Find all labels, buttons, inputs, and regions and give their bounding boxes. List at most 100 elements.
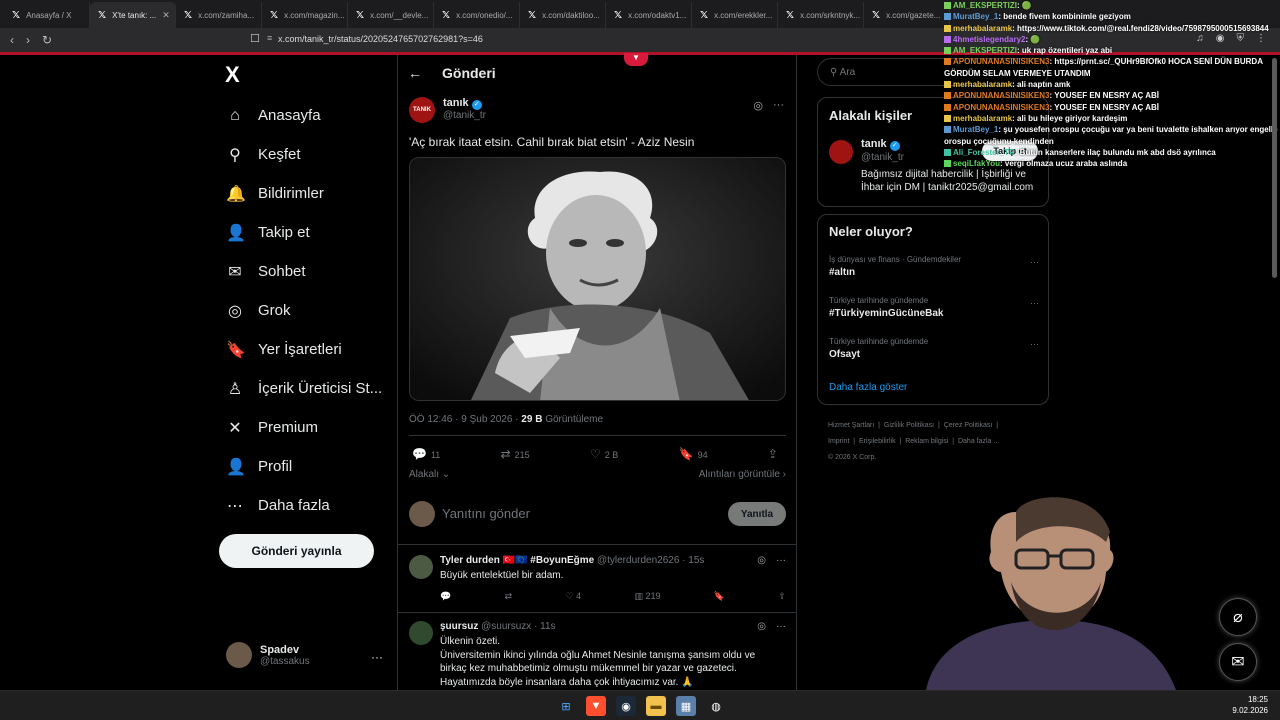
footer-link[interactable]: Gizlilik Politikası <box>884 422 934 429</box>
brave-browser-icon[interactable]: ▼ <box>586 696 606 716</box>
repost-action[interactable]: ⇄ 215 <box>501 447 530 461</box>
file-explorer-icon[interactable]: ▬ <box>646 696 666 716</box>
bookmark-icon[interactable]: 🔖 <box>714 591 725 602</box>
browser-tab[interactable]: 𝕏x.com/erekkler... <box>692 2 778 28</box>
more-icon[interactable]: ··· <box>1030 257 1039 267</box>
verified-icon: ✓ <box>471 100 482 110</box>
system-clock[interactable]: 18:25 9.02.2026 <box>1232 694 1268 716</box>
sidebar-item-profile[interactable]: 👤 Profil <box>226 447 382 486</box>
trend-item[interactable]: İş dünyası ve finans · Gündemdekiler #al… <box>829 255 1039 278</box>
browser-tab[interactable]: 𝕏x.com/zamiha... <box>176 2 262 28</box>
back-icon[interactable]: ‹ <box>10 33 14 47</box>
post-button[interactable]: Gönderi yayınla <box>219 534 374 568</box>
reply-button[interactable]: Yanıtla <box>728 502 786 526</box>
browser-tab[interactable]: 𝕏x.com/odaktv1... <box>606 2 692 28</box>
app-icon[interactable]: ▦ <box>676 696 696 716</box>
browser-tab[interactable]: 𝕏x.com/onedio/... <box>434 2 520 28</box>
author-handle: @tanik_tr <box>443 110 486 121</box>
share-icon[interactable]: ⇪ <box>778 591 786 602</box>
browser-tab[interactable]: 𝕏x.com/srkntnyk... <box>778 2 864 28</box>
reply-input[interactable]: Yanıtını gönder <box>442 506 530 521</box>
related-name[interactable]: tanık ✓ <box>861 138 900 151</box>
footer-link[interactable]: Imprint <box>828 438 849 445</box>
more-icon[interactable]: ··· <box>1030 339 1039 349</box>
footer-link[interactable]: Hizmet Şartları <box>828 422 874 429</box>
reply-item[interactable]: Tyler durden 🇹🇷🇪🇺 #BoyunEğme @tylerdurde… <box>409 555 786 607</box>
sidebar-item-premium[interactable]: ✕ Premium <box>226 408 382 447</box>
person-add-icon: 👤 <box>226 224 246 242</box>
browser-tab[interactable]: 𝕏x.com/__devle... <box>348 2 434 28</box>
footer-link[interactable]: Erişilebilirlik <box>859 438 896 445</box>
share-action[interactable]: ⇪ <box>768 447 782 461</box>
sidebar-item-grok[interactable]: ◎ Grok <box>226 291 382 330</box>
chat-message: APONUNANASINISIKEN3: YOUSEF EN NESRY AÇ … <box>944 90 1280 101</box>
grok-icon[interactable]: ◎ <box>757 555 766 566</box>
chat-message: merhabalaramk: https://www.tiktok.com/@r… <box>944 23 1280 34</box>
forward-icon[interactable]: › <box>26 33 30 47</box>
post-author[interactable]: TANIK tanık ✓ @tanik_tr <box>409 97 486 123</box>
sidebar-item-notifications[interactable]: 🔔 Bildirimler <box>226 174 382 213</box>
grok-icon[interactable]: ◎ <box>757 621 766 632</box>
trend-item[interactable]: Türkiye tarihinde gündemde #TürkiyeminGü… <box>829 296 1039 319</box>
bookmark-page-icon[interactable]: ☐ <box>250 32 260 45</box>
obs-icon[interactable]: ◍ <box>706 696 726 716</box>
more-icon[interactable]: ··· <box>371 650 383 664</box>
sidebar-item-follow[interactable]: 👤 Takip et <box>226 213 382 252</box>
divider <box>398 612 796 613</box>
messages-fab-icon[interactable]: ✉ <box>1219 643 1257 681</box>
subscriber-badge-icon <box>944 126 951 134</box>
browser-tab[interactable]: 𝕏x.com/daktiloo... <box>520 2 606 28</box>
like-action[interactable]: ♡ 4 <box>565 591 581 602</box>
sidebar-item-chat[interactable]: ✉ Sohbet <box>226 252 382 291</box>
site-info-icon[interactable]: ≡ <box>267 33 272 43</box>
sidebar-item-explore[interactable]: ⚲ Keşfet <box>226 135 382 174</box>
url-field[interactable]: x.com/tanik_tr/status/202052476570276298… <box>278 34 483 44</box>
views-action[interactable]: ▥ 219 <box>634 591 660 602</box>
reply-icon[interactable]: 💬 <box>440 591 451 602</box>
more-icon[interactable]: ··· <box>776 555 786 566</box>
x-logo-icon[interactable]: X <box>225 62 240 88</box>
browser-tab[interactable]: 𝕏x.com/magazin... <box>262 2 348 28</box>
sidebar-item-creator-studio[interactable]: ♙ İçerik Üreticisi St... <box>226 369 382 408</box>
card-title: Alakalı kişiler <box>829 108 913 123</box>
reply-item[interactable]: şuursuz @suursuzx · 11s ◎ ··· Ülkenin öze… <box>409 621 786 691</box>
sort-dropdown[interactable]: Alakalı ⌄ <box>409 469 450 480</box>
footer-link[interactable]: Reklam bilgisi <box>905 438 948 445</box>
post-image[interactable] <box>409 157 786 401</box>
grok-fab-icon[interactable]: ⌀ <box>1219 598 1257 636</box>
mail-icon: ✉ <box>228 263 242 281</box>
reply-text: Ülkenin özeti. Üniversitemin ikinci yılı… <box>440 636 756 688</box>
reload-icon[interactable]: ↻ <box>42 33 52 47</box>
grok-icon[interactable]: ◎ <box>753 99 763 112</box>
sidebar-item-more[interactable]: ⋯ Daha fazla <box>226 486 382 525</box>
moderator-badge-icon <box>944 47 951 55</box>
x-logo-icon: 𝕏 <box>184 9 193 21</box>
browser-tab[interactable]: 𝕏 Anasayfa / X <box>4 2 90 28</box>
bookmark-icon: 🔖 <box>678 447 694 461</box>
scrollbar[interactable] <box>1272 58 1277 278</box>
like-action[interactable]: ♡ 2 B <box>590 447 618 461</box>
more-icon[interactable]: ··· <box>1030 298 1039 308</box>
show-more-link[interactable]: Daha fazla göster <box>829 382 907 393</box>
view-quotes-link[interactable]: Alıntıları görüntüle › <box>699 469 786 480</box>
more-icon[interactable]: ··· <box>773 99 784 112</box>
windows-start-icon[interactable]: ⊞ <box>556 696 576 716</box>
account-switcher[interactable]: Spadev @tassakus <box>226 642 310 668</box>
trend-item[interactable]: Türkiye tarihinde gündemde Ofsayt ··· <box>829 337 1039 360</box>
repost-icon[interactable]: ⇄ <box>505 591 513 602</box>
steam-icon[interactable]: ◉ <box>616 696 636 716</box>
back-arrow-icon[interactable]: ← <box>408 65 422 81</box>
avatar <box>409 555 433 579</box>
footer-link[interactable]: Çerez Politikası <box>944 422 993 429</box>
more-icon[interactable]: ··· <box>776 621 786 632</box>
browser-tab[interactable]: 𝕏x.com/gazete... <box>864 2 950 28</box>
footer-link[interactable]: Daha fazla ... <box>958 438 999 445</box>
x-logo-icon: 𝕏 <box>12 9 21 21</box>
bookmark-action[interactable]: 🔖 94 <box>679 447 708 461</box>
close-tab-icon[interactable]: ✕ <box>162 10 170 21</box>
sidebar-item-bookmarks[interactable]: 🔖 Yer İşaretleri <box>226 330 382 369</box>
reply-action[interactable]: 💬 11 <box>412 447 440 461</box>
sidebar-item-home[interactable]: ⌂ Anasayfa <box>226 96 382 135</box>
taskbar-apps: ⊞ ▼ ◉ ▬ ▦ ◍ <box>556 696 726 716</box>
browser-tab-active[interactable]: 𝕏 X'te tanık: ... ✕ <box>90 2 176 28</box>
